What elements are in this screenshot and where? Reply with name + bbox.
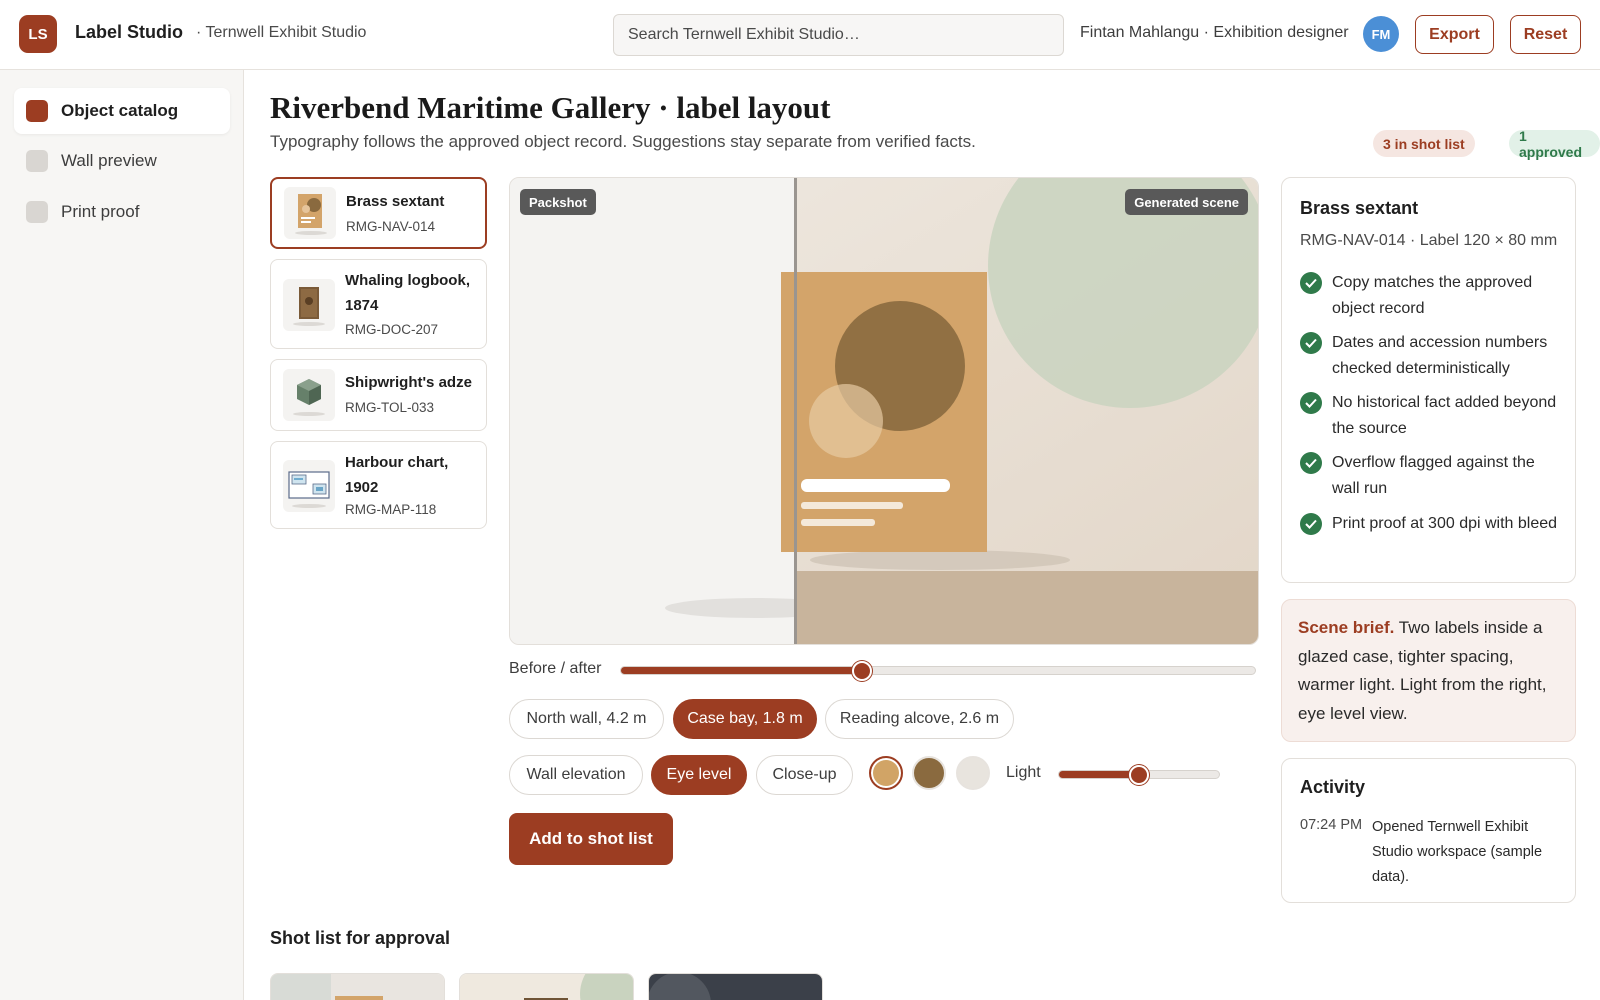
check-item: Print proof at 300 dpi with bleed: [1300, 511, 1565, 537]
before-after-label: Before / after: [509, 660, 602, 677]
object-name: Harbour chart, 1902: [345, 454, 449, 496]
shot-list-thumb[interactable]: [459, 973, 634, 1000]
shot-list-thumb[interactable]: [270, 973, 445, 1000]
light-label: Light: [1006, 764, 1041, 781]
sidebar-item-object-catalog[interactable]: Object catalog: [14, 88, 230, 134]
search-input[interactable]: [613, 14, 1064, 56]
page-subtitle: Typography follows the approved object r…: [270, 132, 976, 151]
check-item: Copy matches the approved object record: [1300, 270, 1565, 322]
object-detail-panel: Brass sextant RMG-NAV-014 · Label 120 × …: [1281, 177, 1576, 583]
scene-brief-lead: Scene brief.: [1298, 618, 1395, 637]
page-title: Riverbend Maritime Gallery · label layou…: [270, 90, 831, 125]
check-circle-icon: [1300, 332, 1322, 354]
swatch-bronze[interactable]: [912, 756, 946, 790]
check-text: Overflow flagged against the wall run: [1332, 454, 1535, 497]
check-text: No historical fact added beyond the sour…: [1332, 394, 1557, 437]
object-card-brass-sextant[interactable]: Brass sextant RMG-NAV-014: [270, 177, 487, 249]
compare-divider[interactable]: [794, 178, 797, 645]
light-fill: [1059, 771, 1139, 778]
top-bar: LS Label Studio · Ternwell Exhibit Studi…: [0, 0, 1600, 70]
workspace-name: · Ternwell Exhibit Studio: [196, 24, 367, 41]
light-handle[interactable]: [1129, 765, 1149, 785]
sextant-thumb-icon: [284, 187, 336, 239]
check-text: Copy matches the approved object record: [1332, 274, 1533, 317]
sidebar-item-label: Print proof: [61, 202, 140, 221]
detail-title: Brass sextant: [1300, 198, 1419, 218]
shot-list-thumb[interactable]: [648, 973, 823, 1000]
app-name: Label Studio: [75, 22, 183, 42]
object-id: RMG-MAP-118: [345, 502, 437, 517]
object-card-harbour-chart[interactable]: Harbour chart, 1902 RMG-MAP-118: [270, 441, 487, 529]
view-eye-level[interactable]: Eye level: [651, 755, 747, 795]
sidebar-item-label: Object catalog: [61, 101, 179, 120]
object-name: Shipwright's adze: [345, 374, 472, 391]
object-card-shipwrights-adze[interactable]: Shipwright's adze RMG-TOL-033: [270, 359, 487, 431]
location-north-wall[interactable]: North wall, 4.2 m: [509, 699, 664, 739]
export-button[interactable]: Export: [1415, 15, 1494, 54]
light-slider[interactable]: [1058, 765, 1220, 785]
scene-illustration: [510, 178, 1258, 645]
swatch-warm-tan[interactable]: [869, 756, 903, 790]
activity-title: Activity: [1300, 777, 1366, 797]
user-label: Fintan Mahlangu · Exhibition designer: [1080, 24, 1349, 41]
view-close-up[interactable]: Close-up: [756, 755, 853, 795]
before-after-handle[interactable]: [851, 661, 872, 681]
activity-text: Opened Ternwell Exhibit Studio workspace…: [1372, 819, 1543, 885]
object-id: RMG-TOL-033: [345, 400, 435, 415]
check-circle-icon: [1300, 272, 1322, 294]
wall-square-icon: [26, 150, 48, 172]
before-after-slider[interactable]: [620, 661, 1256, 681]
sidebar-item-print-proof[interactable]: Print proof: [14, 189, 230, 235]
shot-list-title: Shot list for approval: [270, 928, 451, 948]
detail-meta: RMG-NAV-014 · Label 120 × 80 mm: [1300, 232, 1558, 249]
scene-brief: Scene brief. Two labels inside a glazed …: [1281, 599, 1576, 742]
object-id: RMG-DOC-207: [345, 322, 439, 337]
activity-panel: Activity 07:24 PM Opened Ternwell Exhibi…: [1281, 758, 1576, 903]
print-square-icon: [26, 201, 48, 223]
object-id: RMG-NAV-014: [346, 219, 436, 234]
swatch-ivory[interactable]: [956, 756, 990, 790]
check-text: Dates and accession numbers checked dete…: [1332, 334, 1548, 377]
activity-time: 07:24 PM: [1300, 817, 1363, 833]
check-item: Overflow flagged against the wall run: [1300, 450, 1565, 502]
check-circle-icon: [1300, 392, 1322, 414]
reset-button[interactable]: Reset: [1510, 15, 1581, 54]
sidebar: Object catalog Wall preview Print proof: [0, 70, 244, 1000]
location-case-bay[interactable]: Case bay, 1.8 m: [673, 699, 817, 739]
app-logo: LS: [19, 15, 57, 53]
shot-list-count-badge: 3 in shot list: [1373, 130, 1475, 157]
check-item: No historical fact added beyond the sour…: [1300, 390, 1565, 442]
adze-cube-icon: [283, 369, 335, 421]
object-name: Whaling logbook, 1874: [345, 272, 470, 314]
avatar[interactable]: FM: [1363, 16, 1399, 52]
check-item: Dates and accession numbers checked dete…: [1300, 330, 1565, 382]
check-text: Print proof at 300 dpi with bleed: [1332, 515, 1558, 532]
object-name: Brass sextant: [346, 193, 445, 210]
before-after-preview[interactable]: Packshot Generated scene: [509, 177, 1259, 645]
catalog-square-icon: [26, 100, 48, 122]
sidebar-item-wall-preview[interactable]: Wall preview: [14, 138, 230, 184]
add-to-shot-list-button[interactable]: Add to shot list: [509, 813, 673, 865]
chart-map-icon: [283, 460, 335, 512]
check-circle-icon: [1300, 452, 1322, 474]
view-wall-elevation[interactable]: Wall elevation: [509, 755, 643, 795]
logbook-thumb-icon: [283, 279, 335, 331]
approved-count-badge: 1 approved: [1509, 128, 1600, 160]
sidebar-item-label: Wall preview: [61, 151, 157, 170]
packshot-tag: Packshot: [520, 189, 596, 215]
before-after-fill: [621, 667, 862, 674]
object-card-whaling-logbook[interactable]: Whaling logbook, 1874 RMG-DOC-207: [270, 259, 487, 349]
location-reading-alcove[interactable]: Reading alcove, 2.6 m: [825, 699, 1014, 739]
generated-scene-tag: Generated scene: [1125, 189, 1248, 215]
check-circle-icon: [1300, 513, 1322, 535]
